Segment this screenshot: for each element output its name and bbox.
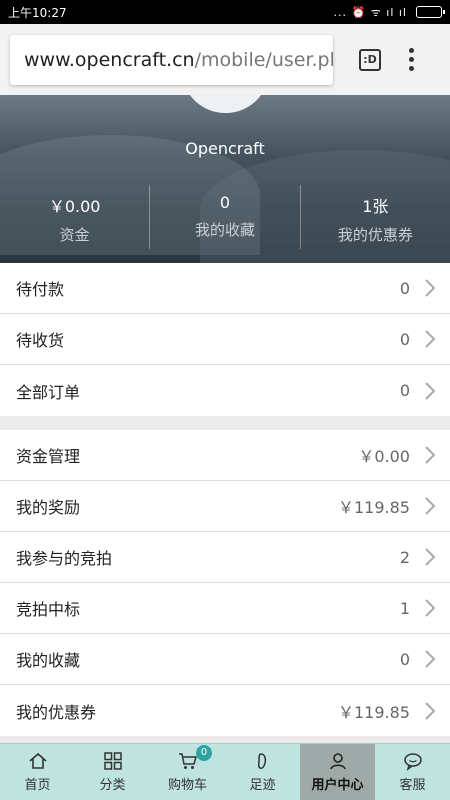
stat-favorites[interactable]: 0 我的收藏: [150, 185, 301, 249]
list-item-label: 待收货: [16, 331, 65, 350]
footprint-icon: [257, 753, 266, 769]
grid-icon: [103, 752, 122, 770]
list-item-label: 竞拍中标: [16, 600, 81, 619]
tab-label: 分类: [99, 778, 126, 793]
list-item-my-coupons[interactable]: 我的优惠券 ￥119.85: [0, 685, 450, 736]
list-item-rewards[interactable]: 我的奖励 ￥119.85: [0, 481, 450, 532]
stat-coupons[interactable]: 1张 我的优惠券: [301, 185, 450, 249]
avatar[interactable]: [183, 95, 268, 113]
chevron-right-icon: [425, 701, 436, 720]
chevron-right-icon: [425, 548, 436, 566]
chevron-right-icon: [425, 650, 436, 668]
list-item-label: 我的奖励: [16, 498, 81, 517]
chevron-right-icon: [425, 497, 436, 515]
stat-label: 资金: [59, 226, 90, 244]
tab-cart[interactable]: 0 购物车: [150, 744, 225, 800]
list-item-value: 0: [399, 649, 410, 669]
list-item-label: 我的优惠券: [16, 702, 97, 722]
chevron-right-icon: [425, 446, 436, 464]
list-item-my-auctions[interactable]: 我参与的竞拍 2: [0, 532, 450, 583]
list-item-value: 0: [399, 278, 410, 298]
tab-category[interactable]: 分类: [75, 744, 150, 800]
url-host: www.opencraft.cn: [24, 48, 195, 71]
stat-value: ￥0.00: [48, 197, 101, 216]
chevron-right-icon: [425, 599, 436, 617]
stat-value: 1张: [362, 197, 389, 216]
list-item-label: 资金管理: [16, 447, 81, 466]
tab-label: 首页: [24, 778, 51, 793]
stats-bar: ￥0.00 资金 0 我的收藏 1张 我的优惠券: [0, 185, 450, 249]
chevron-right-icon: [425, 279, 436, 297]
list-item-label: 全部订单: [16, 382, 81, 402]
status-indicators: ... ⏰ ᯤ ıl ıl: [333, 5, 407, 19]
list-item-value: 1: [399, 598, 410, 618]
list-item-fund-management[interactable]: 资金管理 ￥0.00: [0, 430, 450, 481]
list-item-pending-payment[interactable]: 待付款 0: [0, 263, 450, 314]
bottom-tab-bar: 首页 分类 0 购物车 足迹 用户中心 客服: [0, 743, 450, 800]
list-item-auction-won[interactable]: 竞拍中标 1: [0, 583, 450, 634]
tab-home[interactable]: 首页: [0, 744, 75, 800]
tab-label: 客服: [399, 778, 426, 793]
tab-label: 足迹: [249, 778, 276, 793]
profile-header: Opencraft ￥0.00 资金 0 我的收藏 1张 我的优惠券: [0, 95, 450, 263]
list-item-value: 0: [399, 329, 410, 349]
orders-list: 待付款 0 待收货 0 全部订单 0: [0, 263, 450, 416]
status-bar: 上午10:27 ... ⏰ ᯤ ıl ıl: [0, 0, 450, 24]
cart-icon: [178, 753, 197, 769]
list-item-value: 2: [399, 547, 410, 567]
stat-value: 0: [219, 193, 231, 212]
list-item-value: ￥0.00: [358, 447, 410, 466]
chat-bubble-icon: [403, 753, 422, 771]
status-time: 上午10:27: [8, 5, 67, 20]
list-item-value: ￥119.85: [338, 498, 410, 517]
home-icon: [28, 752, 47, 769]
battery-icon: [416, 6, 445, 18]
chevron-right-icon: [425, 330, 436, 348]
browser-toolbar: www.opencraft.cn/mobile/user.ph :D: [0, 24, 450, 95]
list-item-label: 我参与的竞拍: [16, 549, 113, 568]
tab-label: 购物车: [167, 778, 207, 793]
tab-user-center[interactable]: 用户中心: [300, 744, 375, 800]
cart-count-badge: 0: [196, 745, 212, 761]
chevron-right-icon: [425, 381, 436, 400]
list-item-value: 0: [399, 381, 410, 400]
tab-label: 用户中心: [311, 778, 364, 793]
list-item-my-favorites[interactable]: 我的收藏 0: [0, 634, 450, 685]
list-item-label: 待付款: [16, 280, 65, 299]
tab-switcher-button[interactable]: :D: [359, 48, 381, 71]
list-item-all-orders[interactable]: 全部订单 0: [0, 365, 450, 416]
list-item-label: 我的收藏: [16, 651, 81, 670]
account-list: 资金管理 ￥0.00 我的奖励 ￥119.85 我参与的竞拍 2 竞拍中标 1 …: [0, 430, 450, 736]
url-path: /mobile/user.ph: [194, 48, 333, 71]
list-item-pending-receipt[interactable]: 待收货 0: [0, 314, 450, 365]
url-field[interactable]: www.opencraft.cn/mobile/user.ph: [10, 34, 333, 85]
overflow-menu-icon[interactable]: [409, 48, 414, 71]
list-item-value: ￥119.85: [338, 702, 410, 722]
status-icons: ... ⏰ ᯤ ıl ıl: [333, 5, 445, 20]
stat-label: 我的优惠券: [337, 226, 413, 244]
username: Opencraft: [185, 139, 265, 158]
stat-label: 我的收藏: [194, 221, 255, 239]
user-icon: [329, 753, 346, 770]
stat-funds[interactable]: ￥0.00 资金: [0, 185, 151, 249]
tab-footprint[interactable]: 足迹: [225, 744, 300, 800]
tab-service[interactable]: 客服: [375, 744, 450, 800]
